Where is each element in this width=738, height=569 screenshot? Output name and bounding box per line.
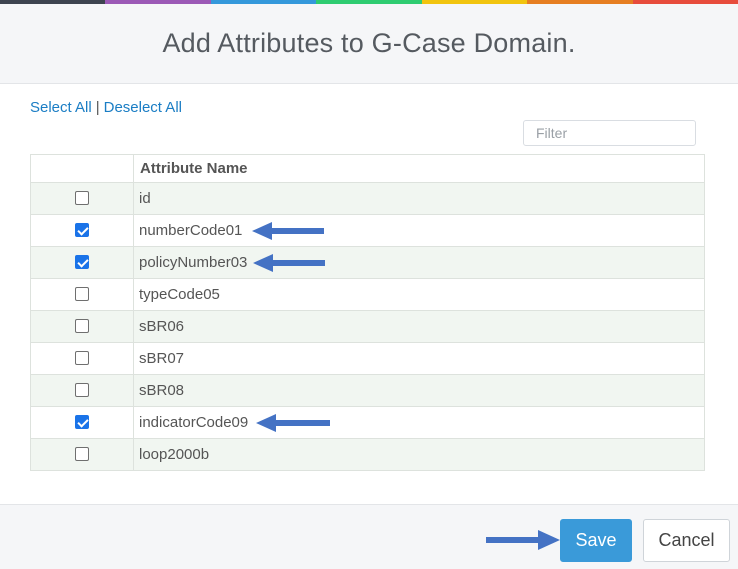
- attribute-name-cell: loop2000b: [133, 438, 705, 471]
- attribute-name-cell: typeCode05: [133, 278, 705, 311]
- attribute-name-cell: policyNumber03: [133, 246, 705, 279]
- filter-input[interactable]: [523, 120, 696, 146]
- checkbox-unchecked[interactable]: [75, 287, 89, 302]
- annotation-arrow-icon: [252, 222, 324, 240]
- checkbox-cell: [30, 406, 134, 439]
- table-row: sBR08: [30, 374, 705, 407]
- attributes-table: Attribute Name id numberCode01 policyNumbe…: [30, 154, 705, 471]
- attribute-name-cell: indicatorCode09: [133, 406, 705, 439]
- checkbox-checked[interactable]: [75, 223, 89, 238]
- checkbox-checked[interactable]: [75, 415, 89, 430]
- dialog-header: Add Attributes to G-Case Domain.: [0, 4, 738, 84]
- table-row: id: [30, 182, 705, 215]
- attributes-table-body: id numberCode01 policyNumber03 typeCode05 sB…: [30, 182, 705, 471]
- annotation-arrow-icon: [253, 254, 325, 272]
- deselect-all-link[interactable]: Deselect All: [104, 99, 182, 116]
- select-all-link[interactable]: Select All: [30, 99, 92, 116]
- attribute-name-cell: sBR08: [133, 374, 705, 407]
- checkbox-unchecked[interactable]: [75, 351, 89, 366]
- cancel-button[interactable]: Cancel: [643, 519, 730, 562]
- link-separator: |: [95, 99, 100, 116]
- selection-links: Select All | Deselect All: [30, 99, 182, 116]
- checkbox-cell: [30, 182, 134, 215]
- checkbox-cell: [30, 374, 134, 407]
- dialog-footer: Save Cancel: [0, 504, 738, 569]
- attribute-name-cell: sBR07: [133, 342, 705, 375]
- annotation-arrow-icon: [486, 530, 560, 550]
- checkbox-cell: [30, 310, 134, 343]
- table-header-row: Attribute Name: [30, 154, 705, 183]
- checkbox-unchecked[interactable]: [75, 383, 89, 398]
- checkbox-cell: [30, 342, 134, 375]
- checkbox-unchecked[interactable]: [75, 319, 89, 334]
- annotation-arrow-icon: [256, 414, 330, 432]
- attribute-name-cell: id: [133, 182, 705, 215]
- checkbox-cell: [30, 278, 134, 311]
- dialog-title: Add Attributes to G-Case Domain.: [162, 28, 576, 58]
- checkbox-unchecked[interactable]: [75, 447, 89, 462]
- checkbox-cell: [30, 214, 134, 247]
- attribute-name-cell: numberCode01: [133, 214, 705, 247]
- table-row: numberCode01: [30, 214, 705, 247]
- checkbox-checked[interactable]: [75, 255, 89, 270]
- table-row: sBR06: [30, 310, 705, 343]
- attribute-name-header: Attribute Name: [133, 154, 705, 183]
- table-row: policyNumber03: [30, 246, 705, 279]
- table-row: indicatorCode09: [30, 406, 705, 439]
- checkbox-column-header: [30, 154, 134, 183]
- checkbox-unchecked[interactable]: [75, 191, 89, 206]
- checkbox-cell: [30, 246, 134, 279]
- attribute-name-cell: sBR06: [133, 310, 705, 343]
- checkbox-cell: [30, 438, 134, 471]
- table-row: sBR07: [30, 342, 705, 375]
- table-row: typeCode05: [30, 278, 705, 311]
- save-button[interactable]: Save: [560, 519, 632, 562]
- table-row: loop2000b: [30, 438, 705, 471]
